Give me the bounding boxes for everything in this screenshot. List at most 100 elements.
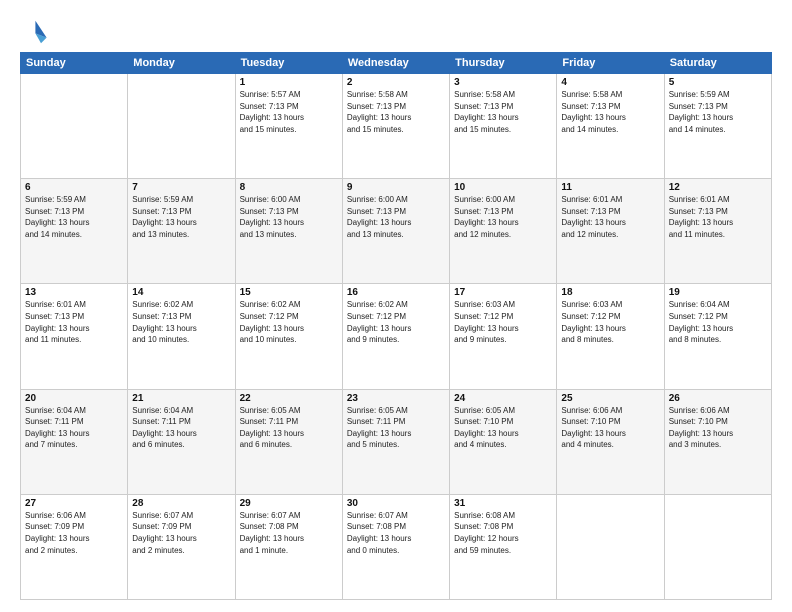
day-info: Sunrise: 6:00 AMSunset: 7:13 PMDaylight:… [347,194,445,240]
day-cell [128,74,235,179]
day-number: 7 [132,182,230,193]
day-number: 24 [454,393,552,404]
day-cell: 19Sunrise: 6:04 AMSunset: 7:12 PMDayligh… [664,284,771,389]
day-info: Sunrise: 6:05 AMSunset: 7:11 PMDaylight:… [240,405,338,451]
day-number: 26 [669,393,767,404]
day-number: 28 [132,498,230,509]
day-cell: 23Sunrise: 6:05 AMSunset: 7:11 PMDayligh… [342,389,449,494]
day-cell: 10Sunrise: 6:00 AMSunset: 7:13 PMDayligh… [450,179,557,284]
day-cell: 27Sunrise: 6:06 AMSunset: 7:09 PMDayligh… [21,494,128,599]
day-info: Sunrise: 6:08 AMSunset: 7:08 PMDaylight:… [454,510,552,556]
day-info: Sunrise: 6:05 AMSunset: 7:11 PMDaylight:… [347,405,445,451]
weekday-header-sunday: Sunday [21,53,128,74]
day-number: 16 [347,287,445,298]
weekday-header-wednesday: Wednesday [342,53,449,74]
day-number: 12 [669,182,767,193]
day-number: 15 [240,287,338,298]
day-cell: 31Sunrise: 6:08 AMSunset: 7:08 PMDayligh… [450,494,557,599]
week-row-4: 20Sunrise: 6:04 AMSunset: 7:11 PMDayligh… [21,389,772,494]
weekday-header-row: SundayMondayTuesdayWednesdayThursdayFrid… [21,53,772,74]
logo [20,18,52,46]
day-number: 22 [240,393,338,404]
day-cell: 9Sunrise: 6:00 AMSunset: 7:13 PMDaylight… [342,179,449,284]
day-info: Sunrise: 6:06 AMSunset: 7:10 PMDaylight:… [669,405,767,451]
day-number: 21 [132,393,230,404]
day-number: 27 [25,498,123,509]
day-number: 25 [561,393,659,404]
day-info: Sunrise: 6:00 AMSunset: 7:13 PMDaylight:… [240,194,338,240]
logo-icon [20,18,48,46]
day-number: 10 [454,182,552,193]
day-number: 20 [25,393,123,404]
day-info: Sunrise: 6:04 AMSunset: 7:12 PMDaylight:… [669,299,767,345]
day-number: 1 [240,77,338,88]
calendar-page: SundayMondayTuesdayWednesdayThursdayFrid… [0,0,792,612]
calendar-table: SundayMondayTuesdayWednesdayThursdayFrid… [20,52,772,600]
day-info: Sunrise: 6:04 AMSunset: 7:11 PMDaylight:… [132,405,230,451]
day-cell: 30Sunrise: 6:07 AMSunset: 7:08 PMDayligh… [342,494,449,599]
day-cell: 26Sunrise: 6:06 AMSunset: 7:10 PMDayligh… [664,389,771,494]
day-cell: 13Sunrise: 6:01 AMSunset: 7:13 PMDayligh… [21,284,128,389]
day-cell: 18Sunrise: 6:03 AMSunset: 7:12 PMDayligh… [557,284,664,389]
day-number: 23 [347,393,445,404]
day-info: Sunrise: 6:00 AMSunset: 7:13 PMDaylight:… [454,194,552,240]
day-info: Sunrise: 6:06 AMSunset: 7:09 PMDaylight:… [25,510,123,556]
day-number: 6 [25,182,123,193]
week-row-2: 6 Sunrise: 5:59 AMSunset: 7:13 PMDaylight… [21,179,772,284]
weekday-header-friday: Friday [557,53,664,74]
day-cell: 5Sunrise: 5:59 AMSunset: 7:13 PMDaylight… [664,74,771,179]
day-number: 31 [454,498,552,509]
day-number: 13 [25,287,123,298]
weekday-header-tuesday: Tuesday [235,53,342,74]
day-cell: 2Sunrise: 5:58 AMSunset: 7:13 PMDaylight… [342,74,449,179]
day-info: Sunrise: 5:58 AMSunset: 7:13 PMDaylight:… [347,89,445,135]
day-cell: 15Sunrise: 6:02 AMSunset: 7:12 PMDayligh… [235,284,342,389]
day-number: 8 [240,182,338,193]
day-number: 14 [132,287,230,298]
day-info: Sunrise: 5:59 AMSunset: 7:13 PMDaylight:… [132,194,230,240]
week-row-3: 13Sunrise: 6:01 AMSunset: 7:13 PMDayligh… [21,284,772,389]
day-cell: 4Sunrise: 5:58 AMSunset: 7:13 PMDaylight… [557,74,664,179]
day-cell: 24Sunrise: 6:05 AMSunset: 7:10 PMDayligh… [450,389,557,494]
day-cell: 21Sunrise: 6:04 AMSunset: 7:11 PMDayligh… [128,389,235,494]
day-number: 17 [454,287,552,298]
day-cell: 3Sunrise: 5:58 AMSunset: 7:13 PMDaylight… [450,74,557,179]
day-info: Sunrise: 6:01 AMSunset: 7:13 PMDaylight:… [25,299,123,345]
week-row-1: 1Sunrise: 5:57 AMSunset: 7:13 PMDaylight… [21,74,772,179]
day-cell: 29Sunrise: 6:07 AMSunset: 7:08 PMDayligh… [235,494,342,599]
day-cell: 7Sunrise: 5:59 AMSunset: 7:13 PMDaylight… [128,179,235,284]
day-cell: 16Sunrise: 6:02 AMSunset: 7:12 PMDayligh… [342,284,449,389]
day-info: Sunrise: 6:02 AMSunset: 7:12 PMDaylight:… [347,299,445,345]
day-info: Sunrise: 6:06 AMSunset: 7:10 PMDaylight:… [561,405,659,451]
day-info: Sunrise: 6:02 AMSunset: 7:13 PMDaylight:… [132,299,230,345]
day-number: 3 [454,77,552,88]
weekday-header-saturday: Saturday [664,53,771,74]
day-number: 2 [347,77,445,88]
day-number: 19 [669,287,767,298]
day-cell: 14Sunrise: 6:02 AMSunset: 7:13 PMDayligh… [128,284,235,389]
day-info: Sunrise: 6:01 AMSunset: 7:13 PMDaylight:… [669,194,767,240]
day-info: Sunrise: 6:02 AMSunset: 7:12 PMDaylight:… [240,299,338,345]
day-cell: 25Sunrise: 6:06 AMSunset: 7:10 PMDayligh… [557,389,664,494]
day-info: Sunrise: 5:58 AMSunset: 7:13 PMDaylight:… [561,89,659,135]
day-info: Sunrise: 6:03 AMSunset: 7:12 PMDaylight:… [454,299,552,345]
day-cell: 22Sunrise: 6:05 AMSunset: 7:11 PMDayligh… [235,389,342,494]
day-cell: 20Sunrise: 6:04 AMSunset: 7:11 PMDayligh… [21,389,128,494]
day-info: Sunrise: 6:04 AMSunset: 7:11 PMDaylight:… [25,405,123,451]
day-number: 29 [240,498,338,509]
day-info: Sunrise: 6:03 AMSunset: 7:12 PMDaylight:… [561,299,659,345]
day-number: 4 [561,77,659,88]
week-row-5: 27Sunrise: 6:06 AMSunset: 7:09 PMDayligh… [21,494,772,599]
day-number: 18 [561,287,659,298]
weekday-header-thursday: Thursday [450,53,557,74]
header [20,18,772,46]
day-cell: 6Sunrise: 5:59 AMSunset: 7:13 PMDaylight… [21,179,128,284]
day-info: Sunrise: 6:07 AMSunset: 7:08 PMDaylight:… [347,510,445,556]
day-cell: 1Sunrise: 5:57 AMSunset: 7:13 PMDaylight… [235,74,342,179]
day-cell: 12Sunrise: 6:01 AMSunset: 7:13 PMDayligh… [664,179,771,284]
day-cell [557,494,664,599]
day-cell: 8Sunrise: 6:00 AMSunset: 7:13 PMDaylight… [235,179,342,284]
day-cell: 28Sunrise: 6:07 AMSunset: 7:09 PMDayligh… [128,494,235,599]
day-number: 30 [347,498,445,509]
day-info: Sunrise: 6:07 AMSunset: 7:08 PMDaylight:… [240,510,338,556]
